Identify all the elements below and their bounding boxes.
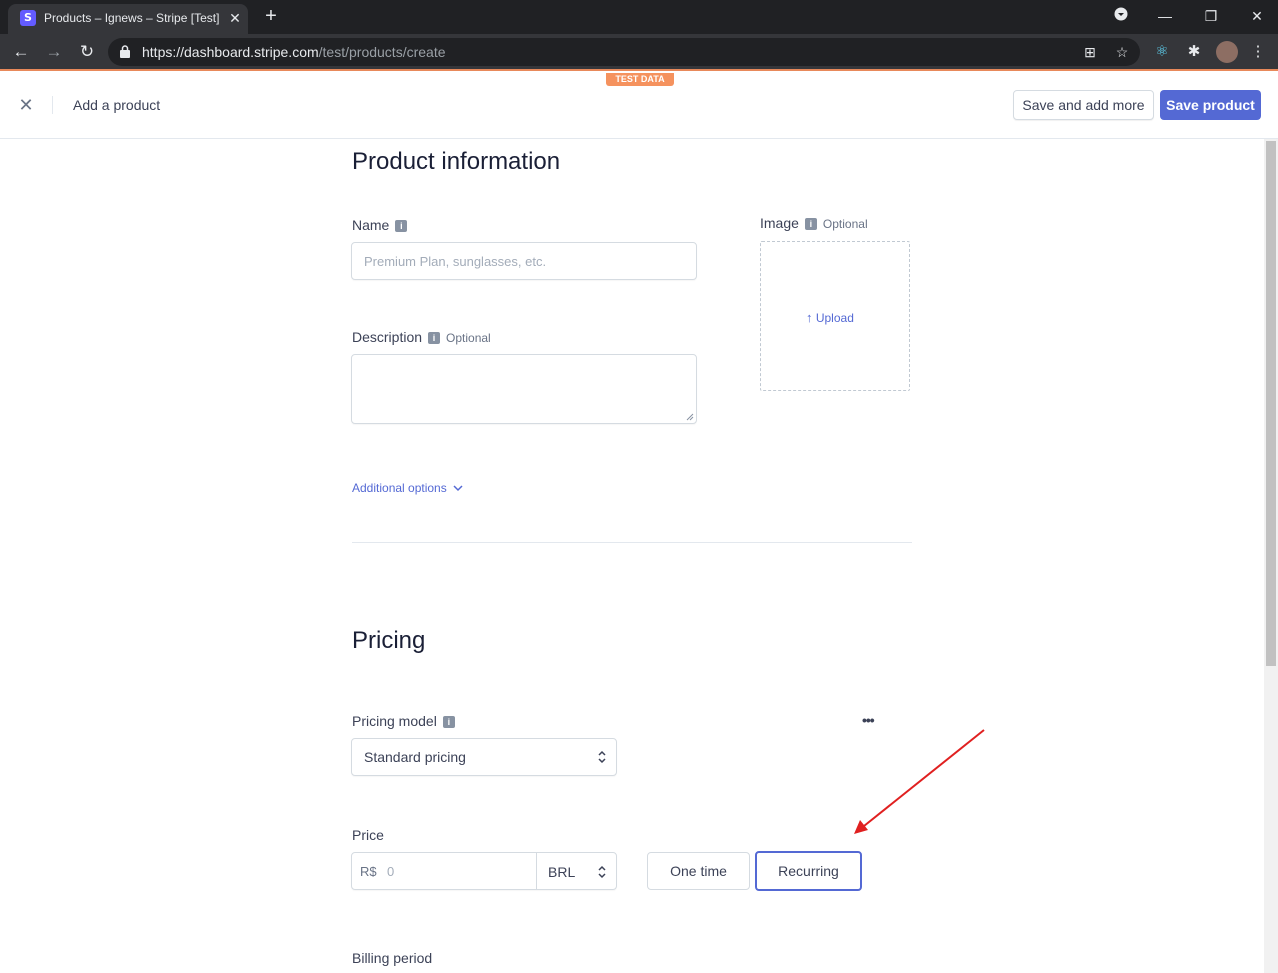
annotation-arrow-icon — [854, 729, 985, 834]
